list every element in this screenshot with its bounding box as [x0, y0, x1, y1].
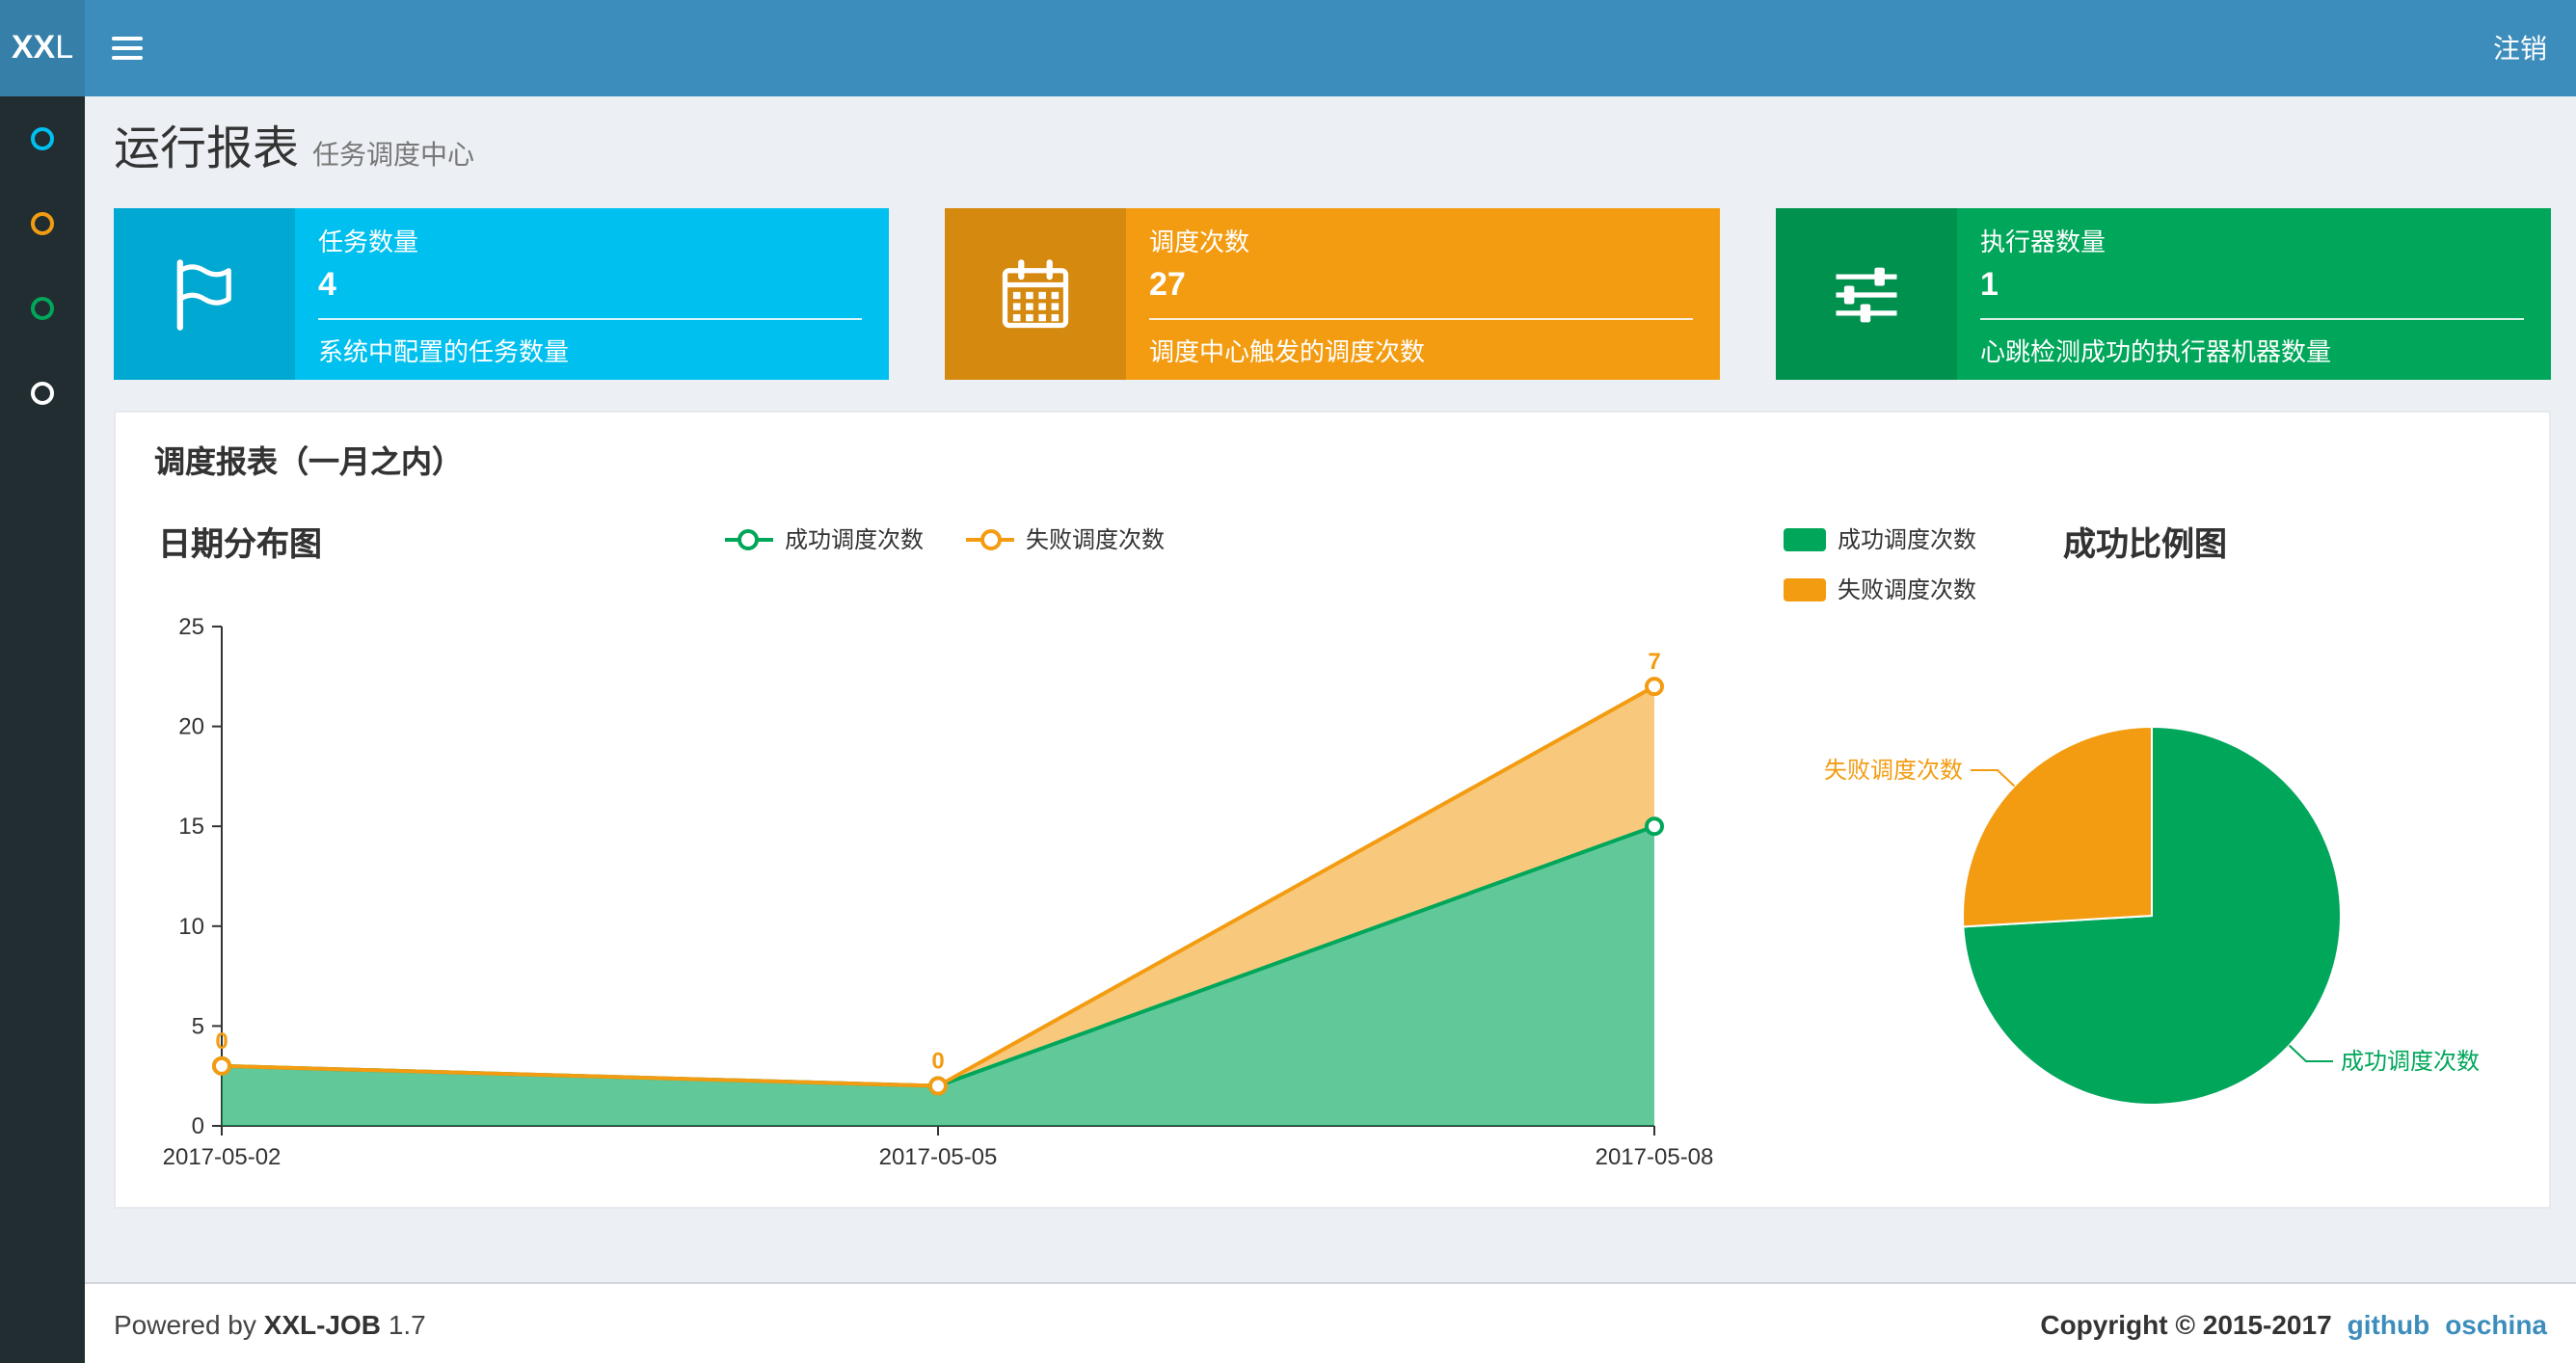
- content-area: 运行报表 任务调度中心 任务数量 4 系统中配置的任务数量 调度次数 27 调度…: [85, 96, 2576, 1282]
- line-chart-legend: 成功调度次数 失败调度次数: [116, 522, 1774, 555]
- oschina-link[interactable]: oschina: [2445, 1308, 2547, 1339]
- info-box-label: 执行器数量: [1980, 227, 2106, 256]
- page-footer: Powered by XXL-JOB 1.7 Copyright © 2015-…: [85, 1282, 2576, 1363]
- sidebar: [0, 96, 85, 1363]
- page-subtitle: 任务调度中心: [312, 139, 474, 170]
- info-box-value: 27: [1149, 266, 1186, 303]
- svg-text:2017-05-05: 2017-05-05: [879, 1144, 998, 1170]
- svg-text:5: 5: [192, 1013, 204, 1039]
- top-navbar: XX L 注销: [0, 0, 2576, 96]
- svg-text:20: 20: [178, 714, 204, 740]
- app-root: XX L 注销 运行报表 任务调度中心 任务数量 4 系统中配置的任务数量 调度…: [0, 0, 2576, 1363]
- page-header: 运行报表 任务调度中心: [85, 96, 2576, 181]
- legend-item-fail[interactable]: 失败调度次数: [966, 522, 1165, 555]
- brand-text: XXL-JOB: [263, 1308, 382, 1339]
- svg-text:0: 0: [215, 1029, 228, 1055]
- success-ratio-pie-chart: 成功调度次数 失败调度次数: [1824, 725, 2480, 1106]
- legend-item-success[interactable]: 成功调度次数: [724, 522, 924, 555]
- sliders-icon: [1776, 208, 1957, 380]
- info-box-desc: 系统中配置的任务数量: [318, 337, 570, 366]
- info-box-separator: [1149, 318, 1693, 320]
- info-box-separator: [1980, 318, 2524, 320]
- date-distribution-chart: 05101520252017-05-02 2017-05-05 2017-05-08…: [163, 614, 1714, 1170]
- github-link[interactable]: github: [2348, 1308, 2430, 1339]
- info-box-desc: 心跳检测成功的执行器机器数量: [1980, 337, 2332, 366]
- circle-outline-icon: [31, 127, 54, 150]
- svg-text:10: 10: [178, 914, 204, 940]
- svg-text:失败调度次数: 失败调度次数: [1824, 758, 1963, 784]
- page-title: 运行报表: [114, 123, 299, 175]
- report-panel: 调度报表（一月之内） 日期分布图 成功调度次数 失败调度次数 0 5 10 15 20 2…: [114, 411, 2551, 1209]
- svg-text:25: 25: [178, 614, 204, 640]
- panel-title: 调度报表（一月之内）: [154, 447, 464, 480]
- logo-light-text: L: [55, 29, 74, 66]
- logout-link[interactable]: 注销: [2464, 0, 2576, 96]
- info-box-separator: [318, 318, 862, 320]
- calendar-icon: [945, 208, 1126, 380]
- sidebar-item-1[interactable]: [0, 96, 85, 181]
- line-series-marker: [966, 537, 1014, 541]
- info-box-jobs: 任务数量 4 系统中配置的任务数量: [114, 208, 889, 380]
- copyright-text: Copyright © 2015-2017: [2040, 1308, 2332, 1339]
- sidebar-item-3[interactable]: [0, 266, 85, 351]
- legend-label: 成功调度次数: [784, 526, 924, 553]
- flag-icon: [114, 208, 295, 380]
- hamburger-icon: [112, 37, 143, 40]
- info-box-triggers: 调度次数 27 调度中心触发的调度次数: [945, 208, 1720, 380]
- svg-text:0: 0: [192, 1113, 204, 1139]
- powered-by-text: Powered by: [114, 1308, 256, 1339]
- svg-text:7: 7: [1648, 649, 1660, 675]
- line-series-marker: [724, 537, 773, 541]
- sidebar-toggle-button[interactable]: [85, 0, 170, 96]
- info-box-desc: 调度中心触发的调度次数: [1149, 337, 1426, 366]
- info-box-label: 调度次数: [1149, 227, 1250, 256]
- info-box-row: 任务数量 4 系统中配置的任务数量 调度次数 27 调度中心触发的调度次数 执行…: [114, 208, 2551, 380]
- svg-text:15: 15: [178, 814, 204, 840]
- svg-text:0: 0: [931, 1049, 944, 1075]
- legend-label: 失败调度次数: [1026, 526, 1166, 553]
- info-box-value: 4: [318, 266, 336, 303]
- info-box-label: 任务数量: [318, 227, 419, 256]
- circle-outline-icon: [31, 382, 54, 405]
- svg-text:2017-05-02: 2017-05-02: [163, 1144, 282, 1170]
- version-text: 1.7: [388, 1308, 426, 1339]
- sidebar-item-4[interactable]: [0, 351, 85, 436]
- circle-outline-icon: [31, 297, 54, 320]
- info-box-executors: 执行器数量 1 心跳检测成功的执行器机器数量: [1776, 208, 2551, 380]
- sidebar-item-2[interactable]: [0, 181, 85, 266]
- logo[interactable]: XX L: [0, 0, 85, 96]
- logo-bold-text: XX: [11, 29, 56, 66]
- info-box-value: 1: [1980, 266, 1999, 303]
- svg-text:成功调度次数: 成功调度次数: [2341, 1049, 2480, 1075]
- circle-outline-icon: [31, 212, 54, 235]
